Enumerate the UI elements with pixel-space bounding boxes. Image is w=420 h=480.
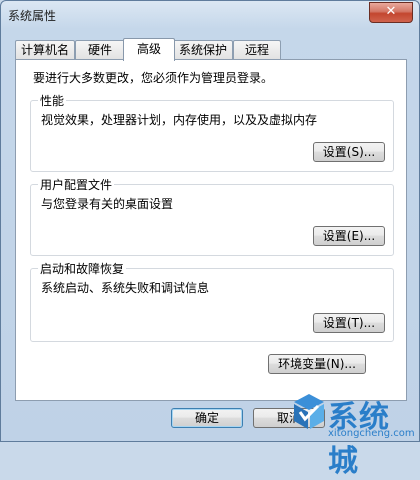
user-profile-settings-button[interactable]: 设置(E)...: [313, 226, 385, 246]
startup-recovery-description: 系统启动、系统失败和调试信息: [41, 281, 210, 295]
tab-system-protection[interactable]: 系统保护: [173, 40, 233, 59]
tab-computer-name[interactable]: 计算机名: [15, 40, 75, 59]
ok-button[interactable]: 确定: [171, 408, 243, 428]
tab-advanced[interactable]: 高级: [123, 38, 175, 61]
system-properties-window: 系统属性 ✕ 计算机名 硬件 高级 系统保护 远程 要进行大多数更改，您必须作为…: [0, 0, 420, 442]
title-bar[interactable]: 系统属性 ✕: [1, 1, 419, 27]
user-profile-description: 与您登录有关的桌面设置: [41, 197, 174, 211]
advanced-tab-panel: 要进行大多数更改，您必须作为管理员登录。 性能 视觉效果，处理器计划，内存使用，…: [15, 59, 407, 401]
performance-group-title: 性能: [38, 92, 67, 109]
tab-remote[interactable]: 远程: [233, 40, 281, 59]
environment-variables-button[interactable]: 环境变量(N)...: [268, 354, 366, 374]
user-profile-group: 用户配置文件 与您登录有关的桌面设置 设置(E)...: [30, 176, 394, 256]
user-profile-group-title: 用户配置文件: [38, 176, 115, 193]
close-icon: ✕: [385, 4, 397, 19]
performance-group: 性能 视觉效果，处理器计划，内存使用，以及及虚拟内存 设置(S)...: [30, 92, 394, 172]
tab-hardware[interactable]: 硬件: [75, 40, 125, 59]
startup-recovery-group: 启动和故障恢复 系统启动、系统失败和调试信息 设置(T)...: [30, 260, 394, 342]
admin-notice: 要进行大多数更改，您必须作为管理员登录。: [33, 71, 274, 85]
performance-description: 视觉效果，处理器计划，内存使用，以及及虚拟内存: [41, 113, 318, 127]
watermark-logo-icon: [294, 394, 324, 429]
close-button[interactable]: ✕: [369, 2, 413, 23]
watermark-url: xitongcheng.com: [328, 428, 415, 439]
site-watermark: 系统城 xitongcheng.com: [292, 392, 420, 479]
startup-recovery-settings-button[interactable]: 设置(T)...: [313, 313, 385, 333]
window-title: 系统属性: [8, 9, 57, 23]
startup-recovery-group-title: 启动和故障恢复: [38, 260, 127, 277]
performance-settings-button[interactable]: 设置(S)...: [313, 142, 385, 162]
